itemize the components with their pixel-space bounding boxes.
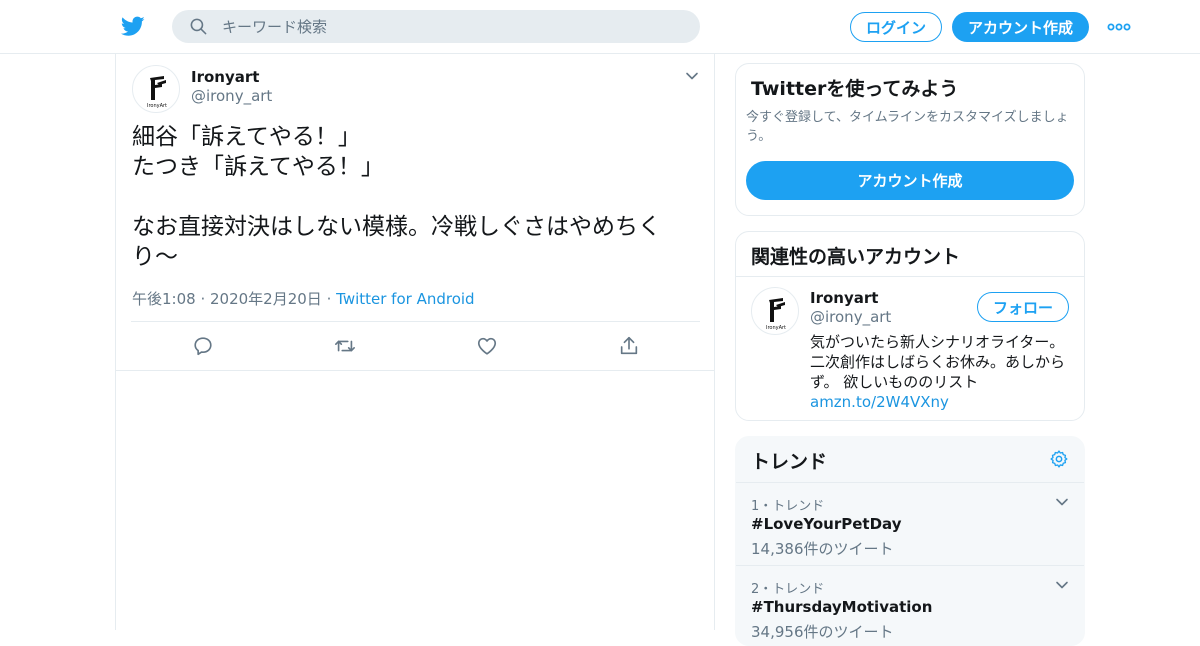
chevron-down-icon[interactable] (1054, 494, 1070, 510)
retweet-icon (335, 340, 355, 352)
trend-count: 34,956件のツイート (751, 623, 894, 641)
search-input[interactable] (222, 10, 682, 43)
like-button[interactable] (473, 332, 501, 360)
tweet-text: 細谷「訴えてやる！」 たつき「訴えてやる！」 なお直接対決はしない模様。冷戦しぐ… (132, 124, 661, 270)
divider (736, 276, 1084, 277)
search-icon (190, 18, 207, 35)
trend-name[interactable]: #ThursdayMotivation (751, 598, 932, 616)
divider (116, 370, 714, 371)
trend-count: 14,386件のツイート (751, 540, 894, 558)
more-dots-icon[interactable] (1107, 20, 1131, 34)
trend-rank: 2・トレンド (751, 582, 825, 597)
top-navigation-bar: ログイン アカウント作成 (0, 0, 1200, 54)
trend-name[interactable]: #LoveYourPetDay (751, 515, 901, 533)
trend-item[interactable]: 1・トレンド #LoveYourPetDay 14,386件のツイート (736, 482, 1084, 565)
related-account-bio: 気がついたら新人シナリオライター。二次創作はしばらくお休み。あしからず。 欲しい… (810, 332, 1072, 412)
tweet-actions (116, 332, 714, 360)
search-box[interactable] (172, 10, 700, 43)
bio-text: 気がついたら新人シナリオライター。二次創作はしばらくお休み。あしからず。 欲しい… (810, 333, 1066, 391)
signup-card: Twitterを使ってみよう 今すぐ登録して、タイムラインをカスタマイズしましょ… (735, 63, 1085, 216)
avatar-logo-icon: IronyArt (766, 298, 786, 331)
meta-separator: · (326, 290, 332, 308)
trend-rank: 1・トレンド (751, 499, 825, 514)
signup-button[interactable]: アカウント作成 (952, 12, 1089, 42)
twitter-bird-icon[interactable] (120, 14, 146, 38)
avatar[interactable]: IronyArt (751, 287, 799, 335)
trend-item[interactable]: 2・トレンド #ThursdayMotivation 34,956件のツイート (736, 565, 1084, 645)
like-icon (477, 337, 497, 355)
avatar[interactable]: IronyArt (132, 65, 180, 113)
tweet-author-handle[interactable]: @irony_art (191, 87, 272, 105)
trends-title: トレンド (751, 451, 828, 473)
related-account-handle[interactable]: @irony_art (810, 308, 891, 326)
divider (131, 321, 700, 322)
share-button[interactable] (615, 332, 643, 360)
trends-card: トレンド 1・トレンド #LoveYourPetDay 14,386件のツイート… (735, 436, 1085, 646)
related-accounts-card: 関連性の高いアカウント IronyArt Ironyart @irony_art… (735, 231, 1085, 421)
tweet-timestamp[interactable]: 午後1:08 · 2020年2月20日 (132, 290, 322, 308)
tweet-source-link[interactable]: Twitter for Android (336, 290, 474, 308)
chevron-down-icon[interactable] (684, 68, 700, 84)
signup-card-description: 今すぐ登録して、タイムラインをカスタマイズしましょう。 (746, 110, 1069, 144)
related-accounts-title: 関連性の高いアカウント (751, 246, 961, 268)
reply-icon (194, 337, 212, 356)
retweet-button[interactable] (331, 332, 359, 360)
svg-text:IronyArt: IronyArt (147, 103, 167, 109)
reply-button[interactable] (189, 332, 217, 360)
avatar-logo-icon: IronyArt (147, 76, 167, 109)
svg-text:IronyArt: IronyArt (766, 325, 786, 331)
related-account-name[interactable]: Ironyart (810, 289, 878, 307)
tweet-author-name[interactable]: Ironyart (191, 68, 259, 86)
signup-card-button[interactable]: アカウント作成 (746, 161, 1074, 200)
follow-button[interactable]: フォロー (977, 292, 1069, 322)
chevron-down-icon[interactable] (1054, 577, 1070, 593)
bio-link[interactable]: amzn.to/2W4VXny (810, 393, 949, 411)
gear-icon[interactable] (1049, 449, 1069, 469)
share-icon (620, 336, 638, 355)
tweet-meta: 午後1:08 · 2020年2月20日 · Twitter for Androi… (132, 288, 475, 309)
login-button[interactable]: ログイン (850, 12, 942, 42)
tweet-detail-column: IronyArt Ironyart @irony_art 細谷「訴えてやる！」 … (115, 54, 715, 630)
signup-card-title: Twitterを使ってみよう (751, 78, 959, 100)
